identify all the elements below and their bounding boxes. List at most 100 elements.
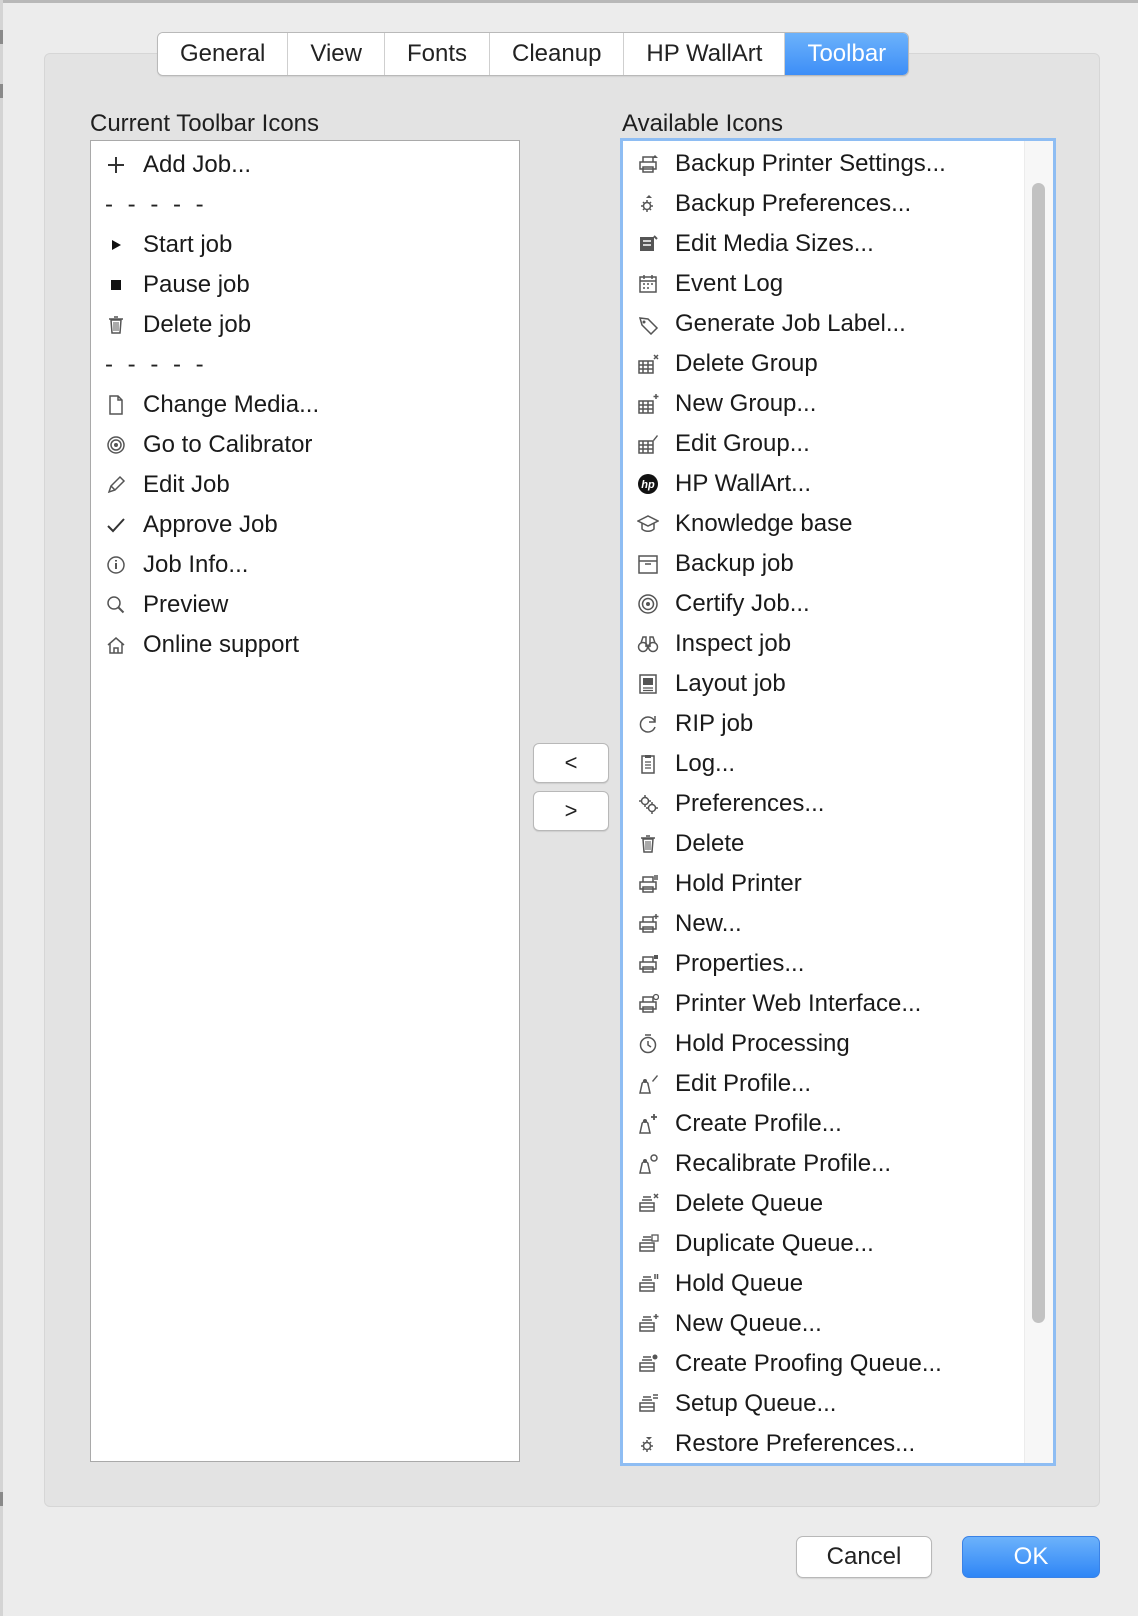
pencil-icon	[105, 474, 127, 496]
list-item[interactable]: Inspect job	[637, 624, 1017, 664]
page-icon	[105, 394, 127, 416]
list-item[interactable]: Edit Profile...	[637, 1064, 1017, 1104]
tab-fonts[interactable]: Fonts	[384, 33, 491, 75]
timer-icon	[637, 1033, 659, 1055]
list-item[interactable]: Preview	[105, 585, 505, 625]
list-item[interactable]: Delete Group	[637, 344, 1017, 384]
separator-item[interactable]: - - - - -	[105, 345, 505, 385]
list-item[interactable]: Delete	[637, 824, 1017, 864]
left-edge-mark	[0, 1492, 3, 1506]
list-item[interactable]: New Queue...	[637, 1304, 1017, 1344]
list-item-label: Restore Preferences...	[675, 1430, 916, 1457]
list-item[interactable]: Change Media...	[105, 385, 505, 425]
list-item[interactable]: Generate Job Label...	[637, 304, 1017, 344]
list-item-label: Job Info...	[143, 551, 249, 578]
current-icons-label: Current Toolbar Icons	[90, 110, 320, 137]
tab-toolbar[interactable]: Toolbar	[785, 33, 909, 75]
list-item[interactable]: Backup job	[637, 544, 1017, 584]
list-item[interactable]: Properties...	[637, 944, 1017, 984]
list-item[interactable]: Restore Preferences...	[637, 1424, 1017, 1463]
list-item-label: New...	[675, 910, 742, 937]
scrollbar-track[interactable]	[1024, 141, 1053, 1463]
list-item[interactable]: Delete job	[105, 305, 505, 345]
plus-icon	[105, 154, 127, 176]
list-item[interactable]: Edit Media Sizes...	[637, 224, 1017, 264]
list-item[interactable]: Layout job	[637, 664, 1017, 704]
queue-delete-icon	[637, 1193, 659, 1215]
list-item[interactable]: Duplicate Queue...	[637, 1224, 1017, 1264]
list-item[interactable]: Approve Job	[105, 505, 505, 545]
list-item[interactable]: Setup Queue...	[637, 1384, 1017, 1424]
tab-general[interactable]: General	[158, 33, 289, 75]
list-item[interactable]: Recalibrate Profile...	[637, 1144, 1017, 1184]
tab-view[interactable]: View	[288, 33, 385, 75]
list-item[interactable]: Create Proofing Queue...	[637, 1344, 1017, 1384]
profile-edit-icon	[637, 1073, 659, 1095]
stop-square-icon	[105, 274, 127, 296]
tab-cleanup[interactable]: Cleanup	[490, 33, 625, 75]
list-item-label: Edit Job	[143, 471, 230, 498]
list-item[interactable]: Pause job	[105, 265, 505, 305]
list-item[interactable]: Certify Job...	[637, 584, 1017, 624]
magnifier-icon	[105, 594, 127, 616]
scrollbar-thumb[interactable]	[1032, 183, 1045, 1323]
window-top-border	[0, 0, 1138, 3]
list-item[interactable]: Job Info...	[105, 545, 505, 585]
list-item[interactable]: Go to Calibrator	[105, 425, 505, 465]
list-item[interactable]: Backup Preferences...	[637, 184, 1017, 224]
tab-hp-wallart[interactable]: HP WallArt	[624, 33, 786, 75]
list-item-label: Delete Group	[675, 350, 818, 377]
list-item[interactable]: Knowledge base	[637, 504, 1017, 544]
list-item[interactable]: New...	[637, 904, 1017, 944]
profile-create-icon	[637, 1113, 659, 1135]
list-item[interactable]: Log...	[637, 744, 1017, 784]
list-item[interactable]: Start job	[105, 225, 505, 265]
profile-recalibrate-icon	[637, 1153, 659, 1175]
list-item[interactable]: New Group...	[637, 384, 1017, 424]
queue-proofing-icon	[637, 1353, 659, 1375]
list-item-label: New Group...	[675, 390, 817, 417]
list-item[interactable]: RIP job	[637, 704, 1017, 744]
cancel-button[interactable]: Cancel	[796, 1536, 932, 1578]
list-item[interactable]: Hold Queue	[637, 1264, 1017, 1304]
list-item[interactable]: Add Job...	[105, 145, 505, 185]
group-new-icon	[637, 393, 659, 415]
list-item-label: Online support	[143, 631, 300, 658]
list-item-label: RIP job	[675, 710, 754, 737]
move-to-available-button[interactable]: >	[533, 791, 609, 831]
list-item-label: Start job	[143, 231, 233, 258]
ok-button[interactable]: OK	[962, 1536, 1100, 1578]
separator-label: - - - - -	[105, 351, 208, 378]
trash-icon	[637, 833, 659, 855]
list-item[interactable]: Event Log	[637, 264, 1017, 304]
list-item[interactable]: Backup Printer Settings...	[637, 144, 1017, 184]
list-item[interactable]: Create Profile...	[637, 1104, 1017, 1144]
separator-item[interactable]: - - - - -	[105, 185, 505, 225]
current-icons-list[interactable]: Add Job... - - - - - Start job Pause job Del…	[90, 140, 520, 1462]
queue-hold-icon	[637, 1273, 659, 1295]
list-item[interactable]: Edit Job	[105, 465, 505, 505]
list-item-label: Backup Preferences...	[675, 190, 912, 217]
list-item[interactable]: Delete Queue	[637, 1184, 1017, 1224]
list-item-label: Certify Job...	[675, 590, 810, 617]
list-item[interactable]: Hold Printer	[637, 864, 1017, 904]
list-item-label: Setup Queue...	[675, 1390, 837, 1417]
list-item-label: Log...	[675, 750, 736, 777]
hp-logo-icon: hp	[637, 473, 659, 495]
list-item-label: Edit Profile...	[675, 1070, 812, 1097]
list-item[interactable]: Printer Web Interface...	[637, 984, 1017, 1024]
list-item[interactable]: hp HP WallArt...	[637, 464, 1017, 504]
list-item-label: Duplicate Queue...	[675, 1230, 874, 1257]
list-item-label: Inspect job	[675, 630, 792, 657]
list-item-label: Delete Queue	[675, 1190, 824, 1217]
move-to-current-button[interactable]: <	[533, 743, 609, 783]
list-item[interactable]: Preferences...	[637, 784, 1017, 824]
list-item[interactable]: Hold Processing	[637, 1024, 1017, 1064]
list-item[interactable]: Edit Group...	[637, 424, 1017, 464]
list-item-label: Event Log	[675, 270, 784, 297]
tab-bar: General View Fonts Cleanup HP WallArt To…	[157, 32, 910, 76]
list-item[interactable]: Online support	[105, 625, 505, 665]
archive-box-icon	[637, 553, 659, 575]
list-item-label: Change Media...	[143, 391, 320, 418]
available-icons-list[interactable]: Backup Printer Settings... Backup Prefere…	[620, 138, 1056, 1466]
